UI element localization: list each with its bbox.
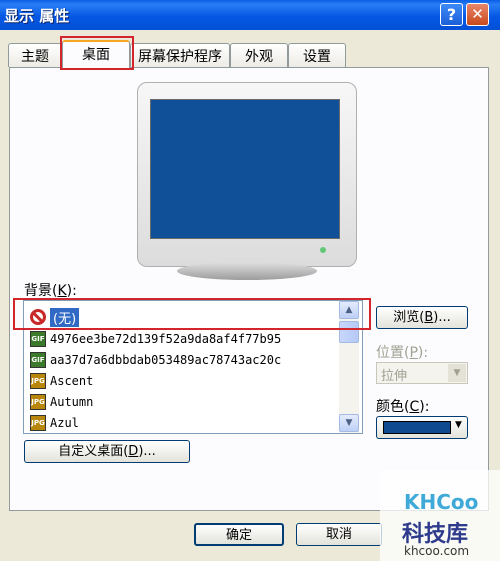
monitor-stand bbox=[177, 262, 317, 280]
monitor-screen bbox=[150, 99, 340, 239]
color-label: 颜色(C): bbox=[376, 399, 430, 415]
chevron-down-icon: ▼ bbox=[448, 364, 466, 382]
chevron-down-icon: ▼ bbox=[455, 420, 462, 430]
close-button[interactable]: ✕ bbox=[466, 3, 489, 26]
power-led-icon bbox=[320, 247, 326, 253]
list-item[interactable]: JPG Azul bbox=[30, 413, 79, 433]
monitor-case bbox=[137, 82, 357, 267]
gif-icon: GIF bbox=[30, 331, 46, 347]
background-highlight-box bbox=[13, 298, 371, 330]
close-icon: ✕ bbox=[471, 5, 484, 23]
tab-label: 屏幕保护程序 bbox=[138, 49, 222, 65]
list-item-label: Azul bbox=[50, 416, 79, 430]
color-swatch bbox=[383, 421, 451, 434]
list-item[interactable]: GIF aa37d7a6dbbdab053489ac78743ac20c bbox=[30, 350, 281, 370]
position-value: 拉伸 bbox=[381, 369, 408, 384]
tab-label: 主题 bbox=[21, 49, 49, 65]
jpg-icon: JPG bbox=[30, 415, 46, 431]
tab-highlight-box bbox=[60, 36, 134, 70]
help-button[interactable]: ? bbox=[440, 3, 463, 26]
list-item[interactable]: GIF 4976ee3be72d139f52a9da8af4f77b95 bbox=[30, 329, 281, 349]
background-label: 背景(K): bbox=[24, 283, 77, 299]
watermark-logo: KHCoo bbox=[404, 490, 479, 514]
list-item[interactable]: JPG Ascent bbox=[30, 371, 93, 391]
title-bar[interactable]: 显示 属性 ? ✕ bbox=[0, 0, 500, 30]
customize-desktop-button[interactable]: 自定义桌面(D)... bbox=[24, 440, 190, 463]
list-item-label: 4976ee3be72d139f52a9da8af4f77b95 bbox=[50, 332, 282, 346]
tab-label: 设置 bbox=[303, 49, 331, 65]
help-icon: ? bbox=[446, 5, 457, 24]
jpg-icon: JPG bbox=[30, 394, 46, 410]
tab-theme[interactable]: 主题 bbox=[8, 43, 62, 67]
list-item-label: Autumn bbox=[50, 395, 94, 409]
position-label: 位置(P): bbox=[376, 345, 429, 361]
list-item[interactable]: JPG Autumn bbox=[30, 392, 93, 412]
tab-screensaver[interactable]: 屏幕保护程序 bbox=[130, 43, 230, 67]
window-title: 显示 属性 bbox=[4, 7, 70, 25]
list-item-label: Ascent bbox=[50, 374, 94, 388]
tab-appearance[interactable]: 外观 bbox=[230, 43, 288, 67]
color-picker-button[interactable]: ▼ bbox=[376, 416, 468, 439]
cancel-button[interactable]: 取消 bbox=[296, 523, 382, 546]
jpg-icon: JPG bbox=[30, 373, 46, 389]
position-select[interactable]: 拉伸 ▼ bbox=[376, 362, 468, 384]
browse-button[interactable]: 浏览(B)... bbox=[376, 306, 468, 329]
scroll-down-button[interactable]: ▼ bbox=[339, 414, 359, 432]
gif-icon: GIF bbox=[30, 352, 46, 368]
tab-settings[interactable]: 设置 bbox=[288, 43, 346, 67]
monitor-preview bbox=[137, 82, 357, 272]
list-item-label: aa37d7a6dbbdab053489ac78743ac20c bbox=[50, 353, 282, 367]
tab-label: 外观 bbox=[245, 49, 273, 65]
chevron-down-icon: ▼ bbox=[345, 418, 353, 428]
watermark: KHCoo 科技库 khcoo.com bbox=[380, 470, 500, 561]
ok-button[interactable]: 确定 bbox=[194, 523, 284, 546]
watermark-url: khcoo.com bbox=[404, 544, 470, 558]
